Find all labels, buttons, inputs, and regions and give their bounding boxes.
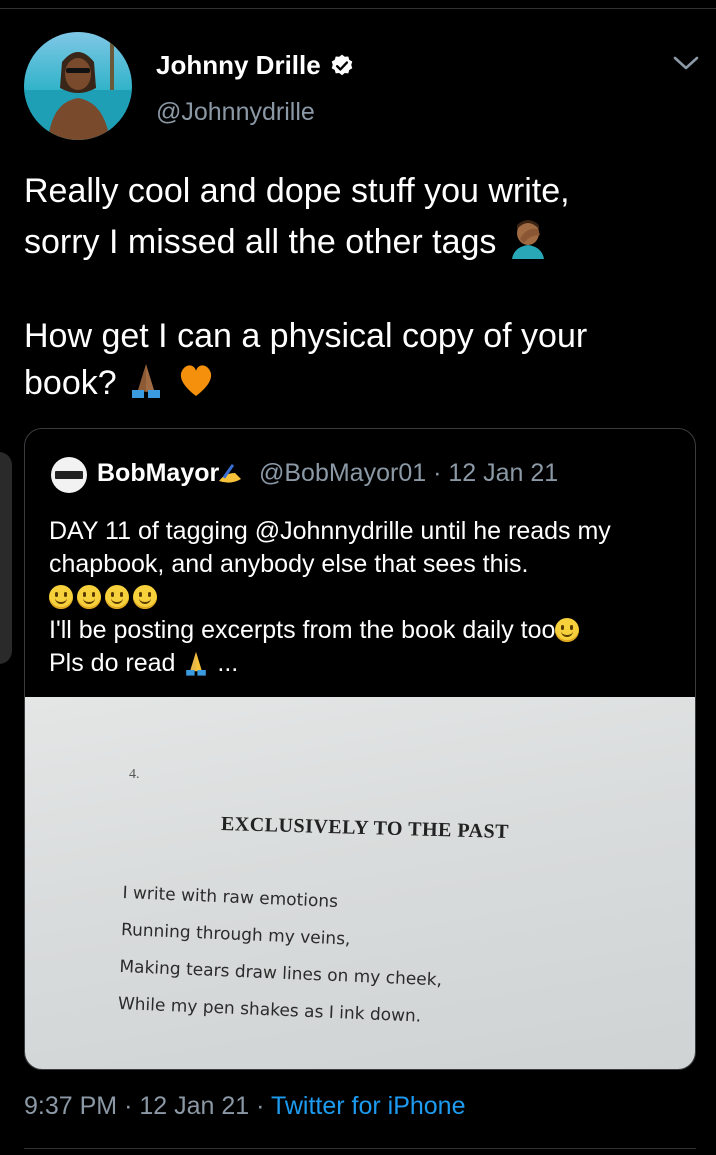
tweet-line-text: sorry I missed all the other tags <box>24 223 497 261</box>
author-handle[interactable]: @Johnnydrille <box>156 98 315 127</box>
ellipsis: ... <box>217 649 239 677</box>
quoted-line-text: chapbook, and anybody else that sees thi… <box>49 550 529 578</box>
smiley-row <box>49 581 679 614</box>
tweet-text: Really cool and dope stuff you write, so… <box>24 168 684 407</box>
quoted-line-text: Pls do read <box>49 649 176 677</box>
top-divider <box>0 8 716 9</box>
footer-separator: · <box>124 1092 133 1120</box>
pray-emoji <box>132 364 161 398</box>
quoted-line: chapbook, and anybody else that sees thi… <box>49 548 679 581</box>
quoted-date[interactable]: 12 Jan 21 <box>448 459 558 487</box>
author-avatar[interactable] <box>24 32 132 140</box>
book-poem: I write with raw emotions Running throug… <box>117 883 446 1044</box>
book-page-title: EXCLUSIVELY TO THE PAST <box>220 813 510 844</box>
poem-line: I write with raw emotions <box>122 883 339 913</box>
tweet-line-text: Really cool and dope stuff you write, <box>24 172 570 210</box>
orange-heart-emoji <box>180 365 211 396</box>
pray-emoji <box>186 651 207 676</box>
smiley-emoji <box>555 618 580 642</box>
tweet-source-link[interactable]: Twitter for iPhone <box>271 1092 466 1120</box>
quoted-line-text: I'll be posting excerpts from the book d… <box>49 616 556 644</box>
quoted-author-avatar[interactable] <box>51 457 87 493</box>
author-name-text: Johnny Drille <box>156 50 321 80</box>
chevron-down-icon[interactable] <box>670 50 702 76</box>
poem-line: Running through my veins, <box>120 919 351 950</box>
tweet-line-text: How get I can a physical copy of your <box>24 317 588 355</box>
quoted-meta: @BobMayor01 · 12 Jan 21 <box>259 459 558 488</box>
poem-line: While my pen shakes as I ink down. <box>117 993 422 1027</box>
writing-hand-emoji <box>215 459 245 494</box>
quoted-handle[interactable]: @BobMayor01 <box>259 459 426 487</box>
poem-line: Making tears draw lines on my cheek, <box>119 956 443 991</box>
smiley-emoji <box>133 585 157 609</box>
quoted-media-photo[interactable]: 4. EXCLUSIVELY TO THE PAST I write with … <box>25 697 695 1069</box>
tweet-footer: 9:37 PM · 12 Jan 21 · Twitter for iPhone <box>24 1092 465 1121</box>
quoted-line: Pls do read ... <box>49 647 679 680</box>
scroll-edge-handle <box>0 452 12 664</box>
bottom-divider <box>24 1148 696 1149</box>
tweet-date[interactable]: 12 Jan 21 <box>139 1092 249 1120</box>
smiley-emoji <box>49 585 73 609</box>
quoted-line-text: DAY 11 of tagging @Johnnydrille until he… <box>49 517 611 545</box>
meta-separator: · <box>433 459 442 487</box>
quoted-author-name[interactable]: BobMayor <box>97 459 219 488</box>
tweet-line: How get I can a physical copy of your <box>24 313 684 360</box>
tweet-line: Really cool and dope stuff you write, <box>24 168 684 215</box>
tweet-line: sorry I missed all the other tags <box>24 215 684 266</box>
footer-separator: · <box>256 1092 265 1120</box>
smiley-emoji <box>77 585 101 609</box>
quoted-text: DAY 11 of tagging @Johnnydrille until he… <box>49 515 679 680</box>
quoted-tweet-card[interactable]: BobMayor @BobMayor01 · 12 Jan 21 DAY 11 … <box>24 428 696 1070</box>
facepalm-emoji <box>511 220 544 259</box>
avatar-logo <box>55 471 83 479</box>
author-display-name[interactable]: Johnny Drille <box>156 50 355 81</box>
verified-badge-icon <box>331 54 352 75</box>
tweet-line-text: book? <box>24 364 117 402</box>
tweet-line: book? <box>24 360 684 407</box>
quoted-line: DAY 11 of tagging @Johnnydrille until he… <box>49 515 679 548</box>
book-page-number: 4. <box>129 767 140 782</box>
tweet-time[interactable]: 9:37 PM <box>24 1092 117 1120</box>
quoted-line: I'll be posting excerpts from the book d… <box>49 614 679 647</box>
smiley-emoji <box>105 585 129 609</box>
